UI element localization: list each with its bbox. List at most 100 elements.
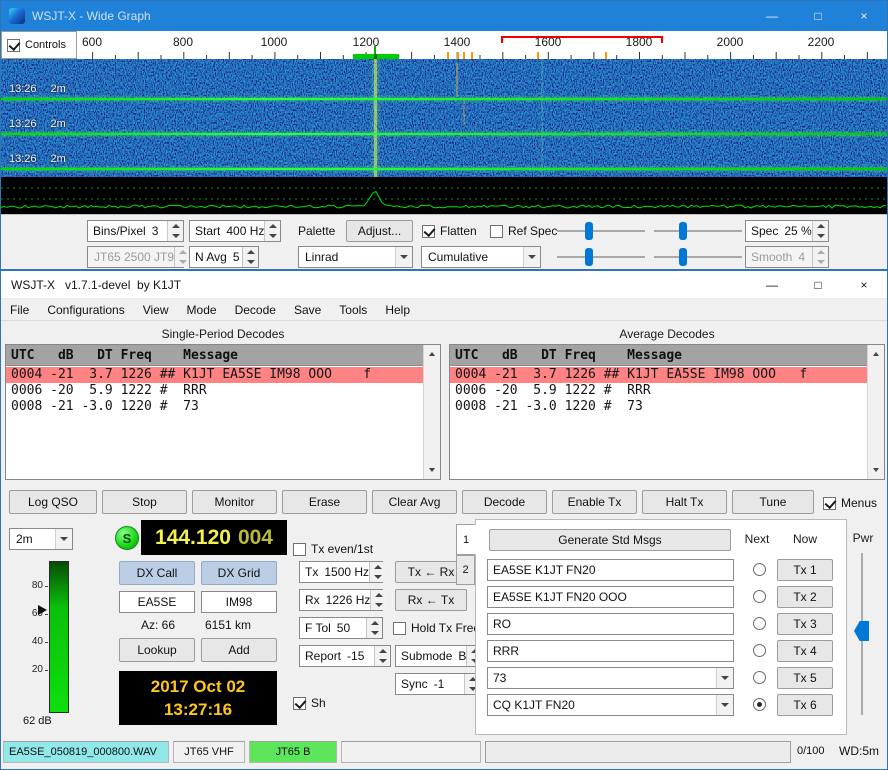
scroll-up-icon[interactable] <box>424 346 440 362</box>
spin-down-icon[interactable] <box>371 600 386 610</box>
tx2-next-radio[interactable] <box>753 590 766 603</box>
slider-handle[interactable] <box>585 248 593 266</box>
wide-graph-titlebar[interactable]: WSJT-X - Wide Graph — □ × <box>1 1 887 31</box>
menu-save[interactable]: Save <box>285 299 330 320</box>
decode-row[interactable]: 0006 -20 5.9 1222 # RRR <box>450 383 867 399</box>
tx-freq-spinner[interactable]: Tx 1500 Hz <box>299 561 383 583</box>
tx6-message-combo[interactable]: CQ K1JT FN20 <box>487 694 734 716</box>
controls-checkbox[interactable]: Controls <box>7 37 66 53</box>
spectrum-zero-slider[interactable] <box>653 246 743 268</box>
monitor-button[interactable]: Monitor <box>192 490 277 514</box>
minimize-icon[interactable]: — <box>749 1 795 31</box>
slider-handle[interactable] <box>679 222 687 240</box>
waterfall-display[interactable]: 13:26 2m 13:26 2m 13:26 2m <box>1 59 887 177</box>
menu-help[interactable]: Help <box>376 299 419 320</box>
adjust-button[interactable]: Adjust... <box>346 220 413 242</box>
spin-down-icon[interactable] <box>265 231 280 241</box>
close-icon[interactable]: × <box>841 271 887 298</box>
decode-button[interactable]: Decode <box>462 490 547 514</box>
spin-down-icon[interactable] <box>168 231 183 241</box>
pwr-slider[interactable] <box>853 551 871 717</box>
dx-grid-button[interactable]: DX Grid <box>201 561 277 585</box>
tx3-message-field[interactable]: RO <box>487 613 734 635</box>
tx1-message-field[interactable]: EA5SE K1JT FN20 <box>487 559 734 581</box>
spin-up-icon[interactable] <box>265 221 280 231</box>
spin-down-icon[interactable] <box>243 257 258 267</box>
spin-down-icon[interactable] <box>813 231 828 241</box>
waterfall-zero-slider[interactable] <box>653 220 743 242</box>
tx6-now-button[interactable]: Tx 6 <box>777 694 833 716</box>
spin-up-icon[interactable] <box>175 247 190 257</box>
scrollbar[interactable] <box>423 345 440 479</box>
decode-row[interactable]: 0004 -21 3.7 1226 ## K1JT EA5SE IM98 OOO… <box>450 367 867 383</box>
waterfall-gain-slider[interactable] <box>556 220 646 242</box>
spectrum-display[interactable] <box>1 177 887 214</box>
tx1-next-radio[interactable] <box>753 563 766 576</box>
spin-up-icon[interactable] <box>367 618 382 628</box>
rx-freq-spinner[interactable]: Rx 1226 Hz <box>299 589 383 611</box>
slider-handle[interactable] <box>585 222 593 240</box>
spin-down-icon[interactable] <box>370 572 385 582</box>
dx-call-field[interactable]: EA5SE <box>119 591 195 613</box>
tx3-next-radio[interactable] <box>753 617 766 630</box>
spin-up-icon[interactable] <box>370 562 385 572</box>
report-spinner[interactable]: Report -15 <box>299 645 391 667</box>
decode-row[interactable]: 0008 -21 -3.0 1220 # 73 <box>450 399 867 415</box>
decode-row[interactable]: 0006 -20 5.9 1222 # RRR <box>6 383 423 399</box>
menu-mode[interactable]: Mode <box>178 299 226 320</box>
smooth-spinner[interactable]: Smooth 4 <box>745 246 829 268</box>
scroll-down-icon[interactable] <box>868 462 884 478</box>
spec-percent-spinner[interactable]: Spec 25 % <box>745 220 829 242</box>
jt65-jt9-split-spinner[interactable]: JT65 2500 JT9 <box>87 246 184 268</box>
hold-tx-freq-checkbox[interactable]: Hold Tx Freq <box>393 620 480 636</box>
spin-down-icon[interactable] <box>375 656 390 666</box>
stop-button[interactable]: Stop <box>102 490 187 514</box>
spin-up-icon[interactable] <box>813 247 828 257</box>
add-button[interactable]: Add <box>201 638 277 662</box>
decode-row[interactable]: 0008 -21 -3.0 1220 # 73 <box>6 399 423 415</box>
tx2-now-button[interactable]: Tx 2 <box>777 586 833 608</box>
spin-up-icon[interactable] <box>243 247 258 257</box>
main-titlebar[interactable]: WSJT-X v1.7.1-devel by K1JT — □ × <box>1 271 887 299</box>
tx4-next-radio[interactable] <box>753 644 766 657</box>
halt-tx-button[interactable]: Halt Tx <box>642 490 727 514</box>
slider-handle[interactable] <box>679 248 687 266</box>
tx6-next-radio[interactable] <box>753 698 766 711</box>
dx-call-button[interactable]: DX Call <box>119 561 195 585</box>
spin-up-icon[interactable] <box>371 590 386 600</box>
palette-combo[interactable]: Linrad <box>298 246 413 268</box>
decode-row[interactable]: 0004 -21 3.7 1226 ## K1JT EA5SE IM98 OOO… <box>6 367 423 383</box>
submode-spinner[interactable]: Submode B <box>395 645 481 667</box>
frequency-scale[interactable]: 600 800 1000 1200 1400 1600 1800 2000 22… <box>1 31 887 59</box>
minimize-icon[interactable]: — <box>749 271 795 298</box>
scroll-up-icon[interactable] <box>868 346 884 362</box>
spin-down-icon[interactable] <box>813 257 828 267</box>
tx5-next-radio[interactable] <box>753 671 766 684</box>
tx2-message-field[interactable]: EA5SE K1JT FN20 OOO <box>487 586 734 608</box>
rx-from-tx-button[interactable]: Rx ← Tx <box>395 589 467 611</box>
spectrum-mode-combo[interactable]: Cumulative <box>421 246 541 268</box>
spin-up-icon[interactable] <box>813 221 828 231</box>
tx-even-checkbox[interactable]: Tx even/1st <box>293 541 373 557</box>
close-icon[interactable]: × <box>841 1 887 31</box>
menus-checkbox[interactable]: Menus <box>823 495 877 511</box>
menu-view[interactable]: View <box>134 299 178 320</box>
scroll-down-icon[interactable] <box>424 462 440 478</box>
spin-up-icon[interactable] <box>375 646 390 656</box>
spin-up-icon[interactable] <box>168 221 183 231</box>
tx4-message-field[interactable]: RRR <box>487 640 734 662</box>
log-qso-button[interactable]: Log QSO <box>9 490 97 514</box>
menu-file[interactable]: File <box>1 299 38 320</box>
spin-down-icon[interactable] <box>175 257 190 267</box>
tx4-now-button[interactable]: Tx 4 <box>777 640 833 662</box>
lookup-button[interactable]: Lookup <box>119 638 195 662</box>
slider-handle[interactable] <box>854 621 869 641</box>
flatten-checkbox[interactable]: Flatten <box>422 223 477 239</box>
clear-avg-button[interactable]: Clear Avg <box>372 490 457 514</box>
maximize-icon[interactable]: □ <box>795 1 841 31</box>
ref-spec-checkbox[interactable]: Ref Spec <box>490 223 557 239</box>
erase-button[interactable]: Erase <box>282 490 367 514</box>
tx1-now-button[interactable]: Tx 1 <box>777 559 833 581</box>
n-avg-spinner[interactable]: N Avg 5 <box>189 246 259 268</box>
tx5-now-button[interactable]: Tx 5 <box>777 667 833 689</box>
